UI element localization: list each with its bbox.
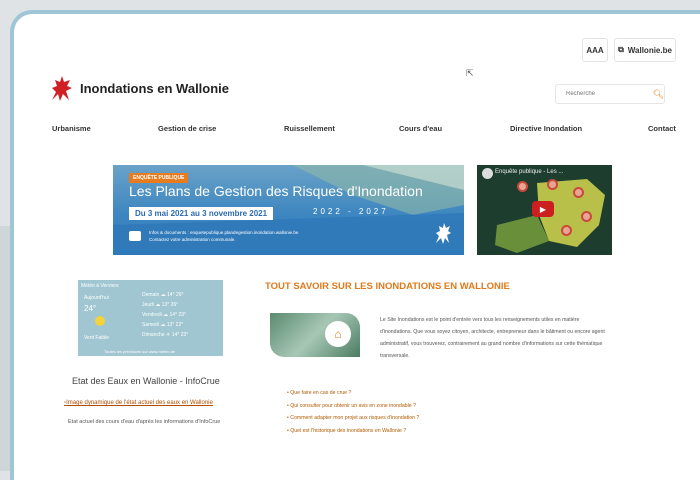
- faq-link[interactable]: • Comment adapter mon projet aux risques…: [287, 412, 419, 425]
- weather-day-temp: 14° 23°: [169, 312, 187, 318]
- wallonie-link-label: Wallonie.be: [627, 45, 672, 55]
- video-embed[interactable]: Enquête publique - Les ... ▶: [477, 165, 612, 255]
- main-navigation: Urbanisme Gestion de crise Ruissellement…: [40, 124, 690, 142]
- weather-day: Samedi: [142, 322, 159, 328]
- faq-link-label: Que faire en cas de crue ?: [290, 390, 352, 396]
- weather-day-temp: 13° 26°: [161, 302, 179, 308]
- banner-tag: ENQUÊTE PUBLIQUE: [129, 173, 189, 183]
- banner-info: Infos & documents : enquetepublique.plan…: [149, 229, 298, 243]
- intro-paragraph: Le Site Inondations est le point d'entré…: [380, 314, 690, 362]
- etat-image-alt: Image dynamique de l'état actuel des eau…: [66, 400, 213, 406]
- etat-des-eaux-title: Etat des Eaux en Wallonie - InfoCrue: [72, 376, 220, 386]
- intro-line: d'inondations. Que vous soyez citoyen, a…: [380, 329, 605, 335]
- background-strip: [0, 226, 10, 471]
- faq-links: • Que faire en cas de crue ? • Qui consu…: [287, 387, 419, 437]
- search-icon[interactable]: 🔍︎: [653, 89, 664, 100]
- house-icon: ⌂: [325, 321, 351, 347]
- weather-temp: 24°: [84, 304, 97, 313]
- map-pin-icon: [561, 225, 572, 236]
- weather-today-label: Aujourd'hui: [84, 295, 109, 301]
- rooster-icon: [52, 76, 72, 101]
- weather-day-temp: 14° 23°: [171, 332, 189, 338]
- search-input[interactable]: [556, 90, 647, 98]
- weather-day: Jeudi: [142, 302, 154, 308]
- faq-link[interactable]: • Quel est l'historique des inondations …: [287, 425, 419, 438]
- channel-avatar: [482, 168, 493, 179]
- weather-row: Jeudi ☁ 13° 26°: [142, 302, 179, 308]
- wallonie-link-button[interactable]: ⧉ Wallonie.be: [614, 38, 676, 62]
- intro-image: ⌂: [270, 313, 360, 357]
- weather-row: Samedi ☁ 13° 22°: [142, 322, 184, 328]
- weather-widget[interactable]: Météo à Verviers Aujourd'hui 24° Vent Fa…: [78, 280, 223, 356]
- play-button-icon[interactable]: ▶: [532, 201, 554, 217]
- intro-line: Le Site Inondations est le point d'entré…: [380, 317, 580, 323]
- banner-info-line1: Infos & documents : enquetepublique.plan…: [149, 230, 299, 235]
- mouse-cursor-icon: ⇱: [466, 68, 474, 78]
- external-link-icon: ⧉: [618, 45, 624, 54]
- faq-link[interactable]: • Qui consulter pour obtenir un avis en …: [287, 400, 419, 413]
- intro-line: administratif, vous trouverez, contraire…: [380, 341, 603, 347]
- nav-item-urbanisme[interactable]: Urbanisme: [52, 124, 91, 133]
- search-box[interactable]: 🔍︎: [555, 84, 665, 104]
- faq-link-label: Quel est l'historique des inondations en…: [290, 427, 407, 434]
- faq-link[interactable]: • Que faire en cas de crue ?: [287, 387, 419, 400]
- banner-title: Les Plans de Gestion des Risques d'Inond…: [129, 183, 423, 199]
- weather-day: Vendredi: [142, 312, 162, 318]
- etat-des-eaux-caption: Etat actuel des cours d'eau d'après les …: [68, 419, 221, 425]
- sun-icon: [95, 316, 105, 326]
- etat-des-eaux-image-link[interactable]: ▫Image dynamique de l'état actuel des ea…: [64, 400, 213, 406]
- weather-day-temp: 14° 26°: [167, 292, 184, 298]
- video-title: Enquête publique - Les ...: [495, 169, 564, 175]
- nav-item-gestion-de-crise[interactable]: Gestion de crise: [158, 124, 216, 133]
- weather-footer-link[interactable]: Toutes les prévisions sur www.meteo.be: [104, 349, 175, 354]
- weather-row: Vendredi ☁ 14° 23°: [142, 312, 187, 318]
- weather-wind: Vent Faible: [84, 335, 110, 341]
- banner-dates: Du 3 mai 2021 au 3 novembre 2021: [129, 207, 274, 220]
- accessibility-button[interactable]: AAA: [582, 38, 608, 62]
- weather-row: Demain ☁ 14° 26°: [142, 292, 184, 298]
- faq-link-label: Comment adapter mon projet aux risques d…: [290, 415, 420, 421]
- weather-day: Demain: [142, 292, 160, 298]
- faq-link-label: Qui consulter pour obtenir un avis en zo…: [290, 402, 417, 409]
- map-pin-icon: [517, 181, 528, 192]
- enquete-banner[interactable]: ENQUÊTE PUBLIQUE Les Plans de Gestion de…: [113, 165, 464, 255]
- site-title: Inondations en Wallonie: [80, 80, 230, 96]
- chat-bubble-icon: [129, 231, 141, 241]
- banner-years: 2022 - 2027: [313, 207, 389, 216]
- weather-header: Météo à Verviers: [81, 283, 119, 289]
- intro-line: transversale.: [380, 353, 410, 359]
- nav-item-ruissellement[interactable]: Ruissellement: [284, 124, 335, 133]
- section-title: TOUT SAVOIR SUR LES INONDATIONS EN WALLO…: [265, 281, 510, 292]
- weather-row: Dimanche ☀ 14° 23°: [142, 332, 189, 338]
- banner-info-line2: Contactez votre administration communale…: [149, 237, 236, 242]
- map-pin-icon: [573, 187, 584, 198]
- weather-day-temp: 13° 22°: [166, 322, 184, 328]
- accessibility-label: AAA: [586, 45, 604, 55]
- wallonie-rooster-icon: [436, 223, 451, 244]
- nav-item-contact[interactable]: Contact: [648, 124, 676, 133]
- weather-day: Dimanche: [142, 332, 165, 338]
- site-logo[interactable]: Inondations en Wallonie: [48, 74, 229, 102]
- map-pin-icon: [581, 211, 592, 222]
- nav-item-cours-d-eau[interactable]: Cours d'eau: [399, 124, 442, 133]
- nav-item-directive-inondation[interactable]: Directive Inondation: [510, 124, 582, 133]
- map-pin-icon: [547, 179, 558, 190]
